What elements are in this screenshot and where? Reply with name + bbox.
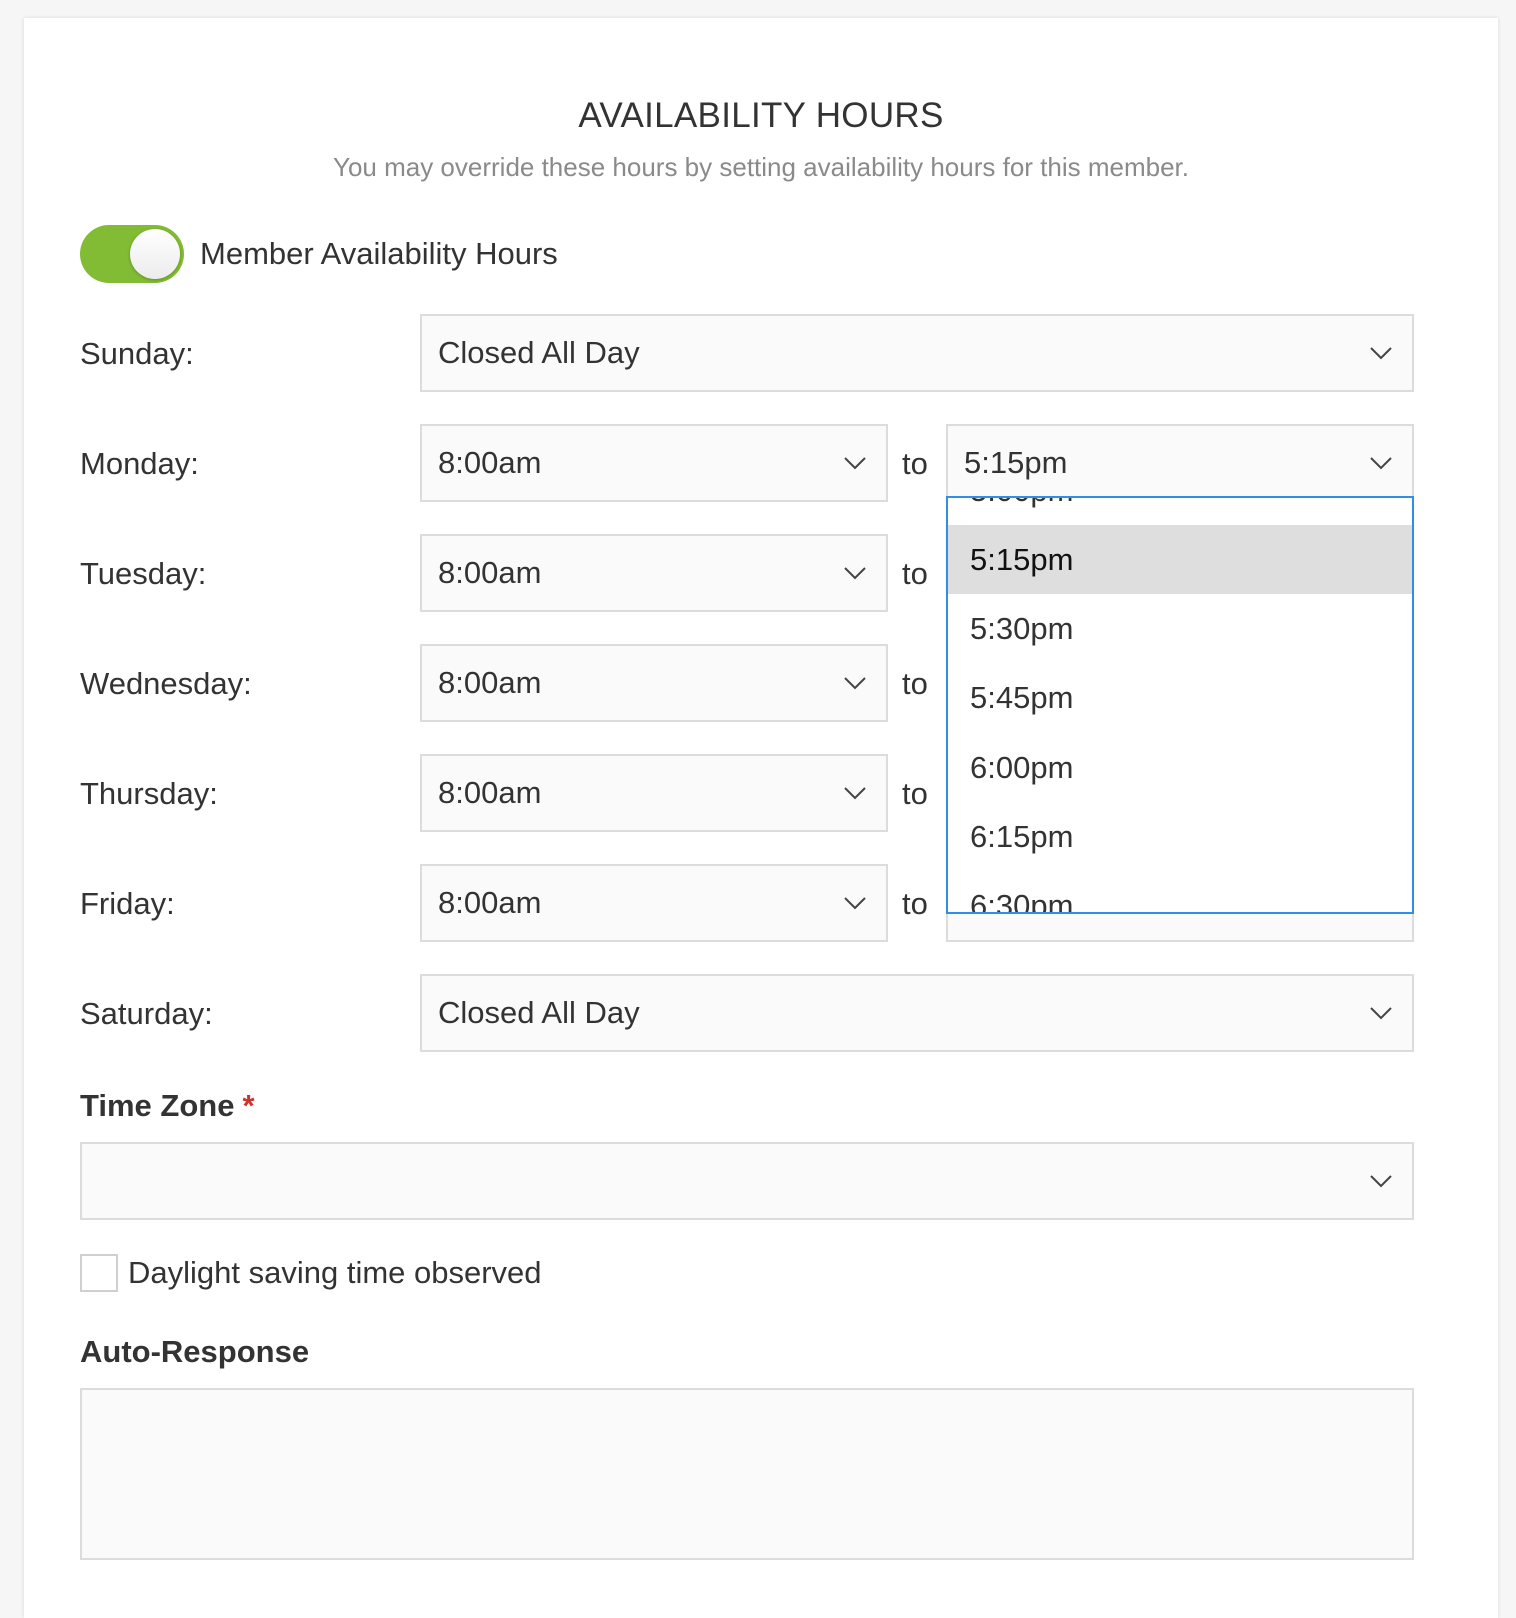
auto-response-textarea[interactable] bbox=[80, 1388, 1414, 1560]
dropdown-option[interactable]: 6:30pm bbox=[948, 871, 1412, 913]
dst-checkbox-label[interactable]: Daylight saving time observed bbox=[128, 1255, 542, 1291]
toggle-knob[interactable] bbox=[130, 229, 180, 279]
dropdown-option[interactable]: 5:00pm bbox=[948, 498, 1412, 525]
friday-start-select[interactable]: 8:00am bbox=[420, 864, 888, 942]
time-zone-select[interactable] bbox=[80, 1142, 1414, 1220]
to-label-thursday: to bbox=[902, 776, 928, 811]
page-subtitle: You may override these hours by setting … bbox=[332, 152, 1190, 182]
availability-card: AVAILABILITY HOURS You may override thes… bbox=[24, 18, 1498, 1618]
day-label-tuesday: Tuesday: bbox=[80, 556, 207, 591]
tuesday-start-value: 8:00am bbox=[438, 555, 542, 590]
wednesday-start-value: 8:00am bbox=[438, 665, 542, 700]
dropdown-option[interactable]: 6:15pm bbox=[948, 802, 1412, 871]
monday-end-value: 5:15pm bbox=[964, 445, 1068, 480]
sunday-select-value: Closed All Day bbox=[438, 335, 640, 370]
sunday-select[interactable]: Closed All Day bbox=[420, 314, 1414, 392]
day-label-wednesday: Wednesday: bbox=[80, 666, 252, 701]
monday-end-dropdown-list[interactable]: 5:00pm 5:15pm 5:30pm 5:45pm 6:00pm 6:15p… bbox=[946, 496, 1414, 914]
tuesday-start-select[interactable]: 8:00am bbox=[420, 534, 888, 612]
chevron-down-icon bbox=[844, 787, 866, 800]
member-hours-toggle-row: Member Availability Hours bbox=[80, 224, 558, 284]
chevron-down-icon bbox=[1370, 457, 1392, 470]
day-label-monday: Monday: bbox=[80, 446, 199, 481]
required-marker: * bbox=[242, 1088, 255, 1123]
monday-start-value: 8:00am bbox=[438, 445, 542, 480]
to-label-wednesday: to bbox=[902, 666, 928, 701]
day-label-saturday: Saturday: bbox=[80, 996, 213, 1031]
chevron-down-icon bbox=[844, 567, 866, 580]
time-zone-heading: Time Zone * bbox=[80, 1086, 255, 1126]
saturday-select-value: Closed All Day bbox=[438, 995, 640, 1030]
monday-end-select[interactable]: 5:15pm bbox=[946, 424, 1414, 502]
auto-response-label: Auto-Response bbox=[80, 1334, 310, 1369]
to-label-tuesday: to bbox=[902, 556, 928, 591]
chevron-down-icon bbox=[844, 897, 866, 910]
thursday-start-value: 8:00am bbox=[438, 775, 542, 810]
chevron-down-icon bbox=[844, 677, 866, 690]
wednesday-start-select[interactable]: 8:00am bbox=[420, 644, 888, 722]
day-label-thursday: Thursday: bbox=[80, 776, 218, 811]
day-label-sunday: Sunday: bbox=[80, 336, 194, 371]
day-label-friday: Friday: bbox=[80, 886, 175, 921]
saturday-select[interactable]: Closed All Day bbox=[420, 974, 1414, 1052]
to-label-friday: to bbox=[902, 886, 928, 921]
page-title: AVAILABILITY HOURS bbox=[578, 96, 944, 135]
chevron-down-icon bbox=[844, 457, 866, 470]
chevron-down-icon bbox=[1370, 347, 1392, 360]
dropdown-option[interactable]: 5:30pm bbox=[948, 594, 1412, 663]
dst-checkbox-row: Daylight saving time observed bbox=[80, 1254, 542, 1292]
time-zone-label: Time Zone bbox=[80, 1088, 235, 1123]
dst-checkbox[interactable] bbox=[80, 1254, 118, 1292]
member-hours-toggle-label: Member Availability Hours bbox=[200, 236, 558, 271]
friday-start-value: 8:00am bbox=[438, 885, 542, 920]
to-label-monday: to bbox=[902, 446, 928, 481]
member-hours-toggle[interactable] bbox=[80, 225, 184, 283]
thursday-start-select[interactable]: 8:00am bbox=[420, 754, 888, 832]
monday-start-select[interactable]: 8:00am bbox=[420, 424, 888, 502]
dropdown-option[interactable]: 5:45pm bbox=[948, 663, 1412, 732]
chevron-down-icon bbox=[1370, 1007, 1392, 1020]
chevron-down-icon bbox=[1370, 1175, 1392, 1188]
dropdown-option[interactable]: 6:00pm bbox=[948, 733, 1412, 802]
dropdown-option-selected[interactable]: 5:15pm bbox=[948, 525, 1412, 594]
